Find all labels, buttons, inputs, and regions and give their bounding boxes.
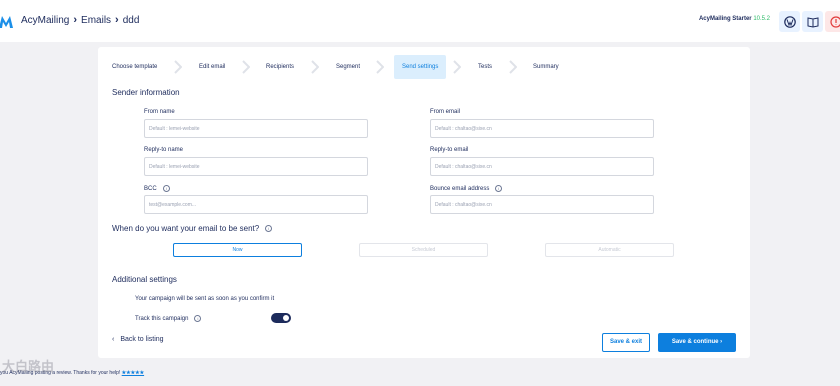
chevron-right-icon [376, 60, 384, 74]
breadcrumb: AcyMailing › Emails › ddd [21, 14, 139, 26]
reply-email-label: Reply-to email [430, 147, 468, 153]
confirm-text: Your campaign will be sent as soon as yo… [135, 296, 274, 302]
plan-version: 10.5.2 [753, 16, 770, 22]
track-campaign-label: Track this campaign i [135, 315, 202, 322]
alert-icon [829, 15, 840, 28]
step-send-settings[interactable]: Send settings [394, 55, 447, 79]
chevron-right-icon [453, 60, 461, 74]
info-icon[interactable]: i [495, 185, 503, 192]
bcc-label: BCC i [144, 185, 170, 192]
reply-email-label-text: Reply-to email [430, 147, 469, 153]
alert-button[interactable] [825, 11, 840, 32]
step-choose-template[interactable]: Choose template [104, 55, 165, 79]
bounce-email-input[interactable] [430, 195, 654, 214]
plan-badge: AcyMailing Starter 10.5.2 [699, 16, 770, 22]
from-email-label-text: From email [430, 109, 461, 115]
campaign-card: Choose template Edit email Recipients Se… [98, 47, 750, 358]
from-name-label-text: From name [144, 109, 175, 115]
chevron-right-icon [174, 60, 182, 74]
step-tests[interactable]: Tests [470, 55, 500, 79]
from-email-input[interactable] [430, 119, 654, 138]
top-header: AcyMailing › Emails › ddd AcyMailing Sta… [0, 0, 840, 42]
info-icon[interactable]: i [162, 185, 170, 192]
wordpress-icon [783, 15, 796, 28]
chevron-right-icon: › [115, 14, 119, 26]
plan-name: AcyMailing Starter [698, 16, 752, 22]
track-campaign-toggle[interactable] [271, 313, 291, 323]
save-continue-label: Save & continue [671, 339, 719, 345]
step-recipients[interactable]: Recipients [258, 55, 302, 79]
bcc-label-text: BCC [144, 185, 157, 192]
breadcrumb-emails[interactable]: Emails [81, 15, 111, 26]
sender-section-title: Sender information [112, 88, 180, 97]
save-exit-button[interactable]: Save & exit [602, 333, 650, 352]
send-scheduled-option[interactable]: Scheduled [359, 243, 488, 257]
reply-name-label: Reply-to name [144, 147, 183, 153]
chevron-right-icon [242, 60, 250, 74]
back-to-listing-link[interactable]: ‹ Back to listing [112, 336, 164, 343]
reply-email-input[interactable] [430, 157, 654, 176]
chevron-right-icon [311, 60, 319, 74]
breadcrumb-current: ddd [122, 14, 140, 26]
step-edit-email[interactable]: Edit email [191, 55, 233, 79]
back-to-listing-label: Back to listing [120, 336, 164, 343]
book-icon [807, 16, 818, 28]
track-campaign-text: Track this campaign [135, 315, 189, 322]
bcc-input[interactable] [144, 195, 368, 214]
step-summary[interactable]: Summary [525, 55, 567, 79]
from-name-label: From name [144, 109, 175, 115]
toggle-knob [283, 315, 289, 321]
info-icon[interactable]: i [194, 315, 202, 322]
send-now-option[interactable]: Now [173, 243, 302, 257]
breadcrumb-acymailing[interactable]: AcyMailing [21, 15, 69, 26]
info-icon[interactable]: i [265, 225, 273, 232]
watermark: 大白路由 [2, 359, 55, 374]
additional-settings-title: Additional settings [112, 275, 177, 284]
chevron-left-icon: ‹ [112, 336, 115, 343]
confirm-text-value: Your campaign will be sent as soon as yo… [135, 296, 275, 302]
from-name-input[interactable] [144, 119, 368, 138]
reply-name-input[interactable] [144, 157, 368, 176]
from-email-label: From email [430, 109, 460, 115]
step-segment[interactable]: Segment [328, 55, 368, 79]
rating-stars-link[interactable]: ★★★★★ [122, 370, 144, 376]
send-automatic-option[interactable]: Automatic [545, 243, 674, 257]
acymailing-logo-icon[interactable] [0, 14, 14, 30]
chevron-right-icon [509, 60, 517, 74]
save-continue-button[interactable]: Save & continue › [658, 333, 736, 352]
wordpress-button[interactable] [779, 11, 800, 32]
send-time-title: When do you want your email to be sent? [112, 224, 260, 233]
bounce-email-label-text: Bounce email address [430, 185, 490, 192]
documentation-button[interactable] [802, 11, 823, 32]
bounce-email-label: Bounce email address i [430, 185, 503, 192]
reply-name-label-text: Reply-to name [144, 147, 184, 153]
wizard-steps: Choose template Edit email Recipients Se… [98, 55, 750, 79]
chevron-right-icon: › [720, 339, 723, 345]
send-time-section: When do you want your email to be sent? … [112, 224, 273, 233]
chevron-right-icon: › [73, 14, 78, 26]
